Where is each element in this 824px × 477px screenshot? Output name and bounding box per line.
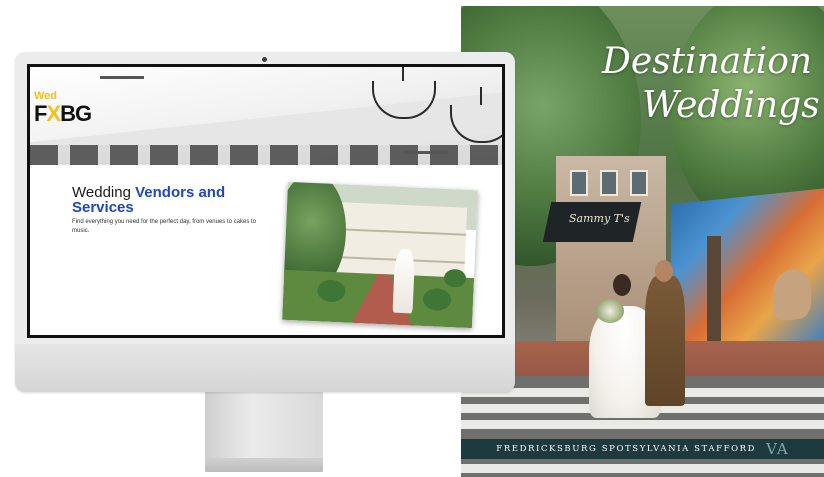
imac-chin [15, 344, 515, 392]
groom-head [655, 260, 673, 282]
bride-head [613, 274, 631, 296]
crosswalk-stripe [461, 420, 824, 429]
location-places: FREDRICKSBURG SPOTSYLVANIA STAFFORD [496, 444, 757, 454]
building-window [570, 170, 588, 196]
cover-title-line1: Destination [602, 41, 813, 82]
hall-windows [30, 145, 502, 165]
groom-suit [645, 276, 685, 406]
ceiling-fan-icon [100, 76, 144, 79]
website-screen: Wed FXBG Wedding Vendors and Services Fi… [27, 64, 505, 338]
mural-dog [773, 267, 811, 322]
magazine-cover: Sammy T's Destination Weddings FREDRICKS… [461, 6, 824, 477]
building-window [630, 170, 648, 196]
ceiling-fan-icon [404, 151, 448, 154]
imac-stand-foot [205, 458, 323, 472]
bouquet [596, 299, 624, 323]
logo-fxbg: FXBG [34, 101, 92, 126]
building-window [600, 170, 618, 196]
location-state: VA [766, 440, 789, 458]
street-mural [671, 187, 824, 355]
page-title: Wedding Vendors and Services [72, 185, 272, 215]
cover-title-line2: Weddings [642, 85, 820, 126]
photo-bride [392, 248, 416, 314]
page-subtitle: Find everything you need for the perfect… [72, 219, 256, 234]
wedfxbg-logo[interactable]: Wed FXBG [34, 91, 96, 137]
hero-banner: Wed FXBG [30, 67, 502, 165]
imac-monitor: Wed FXBG Wedding Vendors and Services Fi… [15, 52, 515, 392]
camera-icon [262, 57, 267, 62]
crosswalk-stripe [461, 464, 824, 473]
cover-title: Destination Weddings [602, 40, 820, 128]
location-band: FREDRICKSBURG SPOTSYLVANIA STAFFORD VA [461, 439, 824, 459]
shop-sign: Sammy T's [569, 212, 630, 225]
venue-photo [282, 181, 478, 329]
imac-stand-neck [205, 392, 323, 462]
